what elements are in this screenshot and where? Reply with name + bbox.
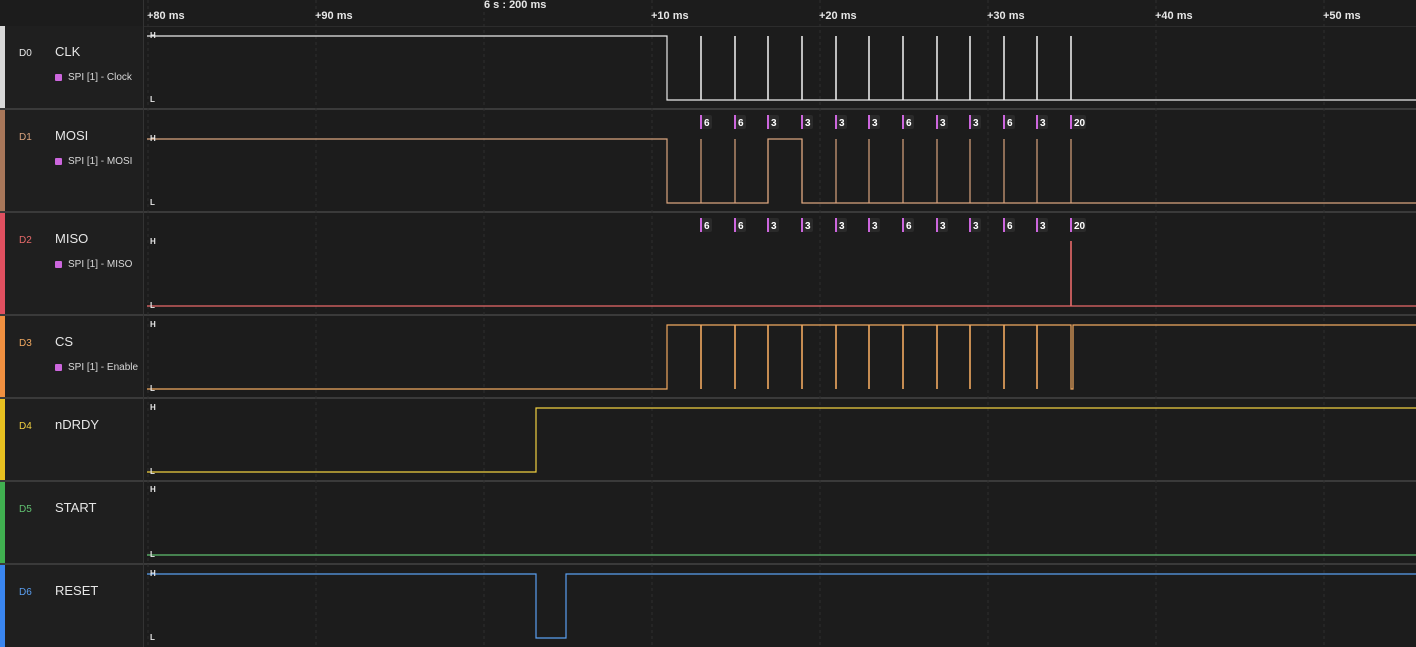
level-low-label: L [150, 384, 155, 393]
level-low-label: L [150, 95, 155, 104]
level-high-label: H [150, 134, 156, 143]
spi-byte-bubble[interactable]: 3 [767, 115, 779, 129]
spi-byte-bubble[interactable]: 6 [1003, 115, 1015, 129]
spi-byte-value: 6 [906, 118, 912, 129]
spi-byte-value: 3 [940, 221, 946, 232]
spi-byte-bubble[interactable]: 3 [835, 115, 847, 129]
time-grid [147, 0, 1325, 647]
spi-byte-value: 6 [906, 221, 912, 232]
spi-byte-value: 3 [805, 118, 811, 129]
spi-byte-bubble[interactable]: 20 [1070, 115, 1086, 129]
spi-byte-value: 3 [771, 221, 777, 232]
spi-byte-value: 3 [872, 118, 878, 129]
spi-byte-bubble[interactable]: 3 [801, 218, 813, 232]
clk-waveform [147, 35, 1416, 101]
spi-byte-bubble[interactable]: 3 [868, 218, 880, 232]
spi-byte-bubble[interactable]: 6 [902, 115, 914, 129]
spi-byte-bubble[interactable]: 6 [734, 218, 746, 232]
spi-byte-bubble[interactable]: 6 [700, 115, 712, 129]
level-low-label: L [150, 467, 155, 476]
ndrdy-waveform [147, 407, 1416, 473]
level-high-label: H [150, 403, 156, 412]
spi-byte-bubble[interactable]: 20 [1070, 218, 1086, 232]
spi-data-bubbles: 6 6 3 3 3 3 6 3 3 6 3 20 6 6 3 3 3 3 6 3 3 6 3 20 [700, 115, 1086, 232]
spi-byte-value: 3 [771, 118, 777, 129]
spi-byte-value: 6 [1007, 221, 1013, 232]
level-low-label: L [150, 301, 155, 310]
spi-byte-bubble[interactable]: 3 [1036, 218, 1048, 232]
spi-byte-value: 3 [1040, 118, 1046, 129]
spi-byte-value: 3 [839, 221, 845, 232]
spi-byte-bubble[interactable]: 6 [1003, 218, 1015, 232]
spi-byte-value: 6 [704, 118, 710, 129]
spi-byte-bubble[interactable]: 6 [902, 218, 914, 232]
spi-byte-bubble[interactable]: 6 [734, 115, 746, 129]
spi-byte-value: 3 [1040, 221, 1046, 232]
level-high-label: H [150, 31, 156, 40]
spi-byte-bubble[interactable]: 3 [969, 115, 981, 129]
spi-byte-bubble[interactable]: 3 [835, 218, 847, 232]
spi-byte-value: 3 [973, 118, 979, 129]
level-low-label: L [150, 633, 155, 642]
spi-byte-value: 6 [738, 221, 744, 232]
spi-byte-bubble[interactable]: 3 [767, 218, 779, 232]
level-high-label: H [150, 320, 156, 329]
spi-byte-value: 6 [738, 118, 744, 129]
spi-byte-bubble[interactable]: 3 [936, 218, 948, 232]
spi-byte-value: 6 [1007, 118, 1013, 129]
spi-byte-value: 6 [704, 221, 710, 232]
spi-byte-value: 3 [805, 221, 811, 232]
spi-byte-bubble[interactable]: 6 [700, 218, 712, 232]
spi-byte-value: 3 [973, 221, 979, 232]
spi-byte-value: 20 [1074, 221, 1086, 232]
spi-byte-bubble[interactable]: 3 [936, 115, 948, 129]
level-low-label: L [150, 198, 155, 207]
spi-byte-value: 3 [940, 118, 946, 129]
spi-byte-bubble[interactable]: 3 [969, 218, 981, 232]
waveform-area[interactable]: HLHLHLHLHLHLHL 6 6 3 3 3 3 6 3 3 6 3 206 6 3 3 3 3 6 3 3 6 3 2… [0, 0, 1416, 647]
spi-byte-bubble[interactable]: 3 [868, 115, 880, 129]
waveforms [147, 35, 1416, 639]
mosi-waveform [147, 138, 1416, 204]
level-high-label: H [150, 237, 156, 246]
level-low-label: L [150, 550, 155, 559]
level-high-label: H [150, 569, 156, 578]
spi-byte-bubble[interactable]: 3 [1036, 115, 1048, 129]
spi-byte-value: 20 [1074, 118, 1086, 129]
spi-byte-value: 3 [839, 118, 845, 129]
spi-byte-value: 3 [872, 221, 878, 232]
level-labels: HLHLHLHLHLHLHL [150, 31, 156, 642]
logic-analyzer-window: 6 s : 200 ms +80 ms +90 ms +10 ms +20 ms… [0, 0, 1416, 647]
cs-waveform [147, 324, 1416, 390]
reset-waveform [147, 573, 1416, 639]
level-high-label: H [150, 485, 156, 494]
spi-byte-bubble[interactable]: 3 [801, 115, 813, 129]
